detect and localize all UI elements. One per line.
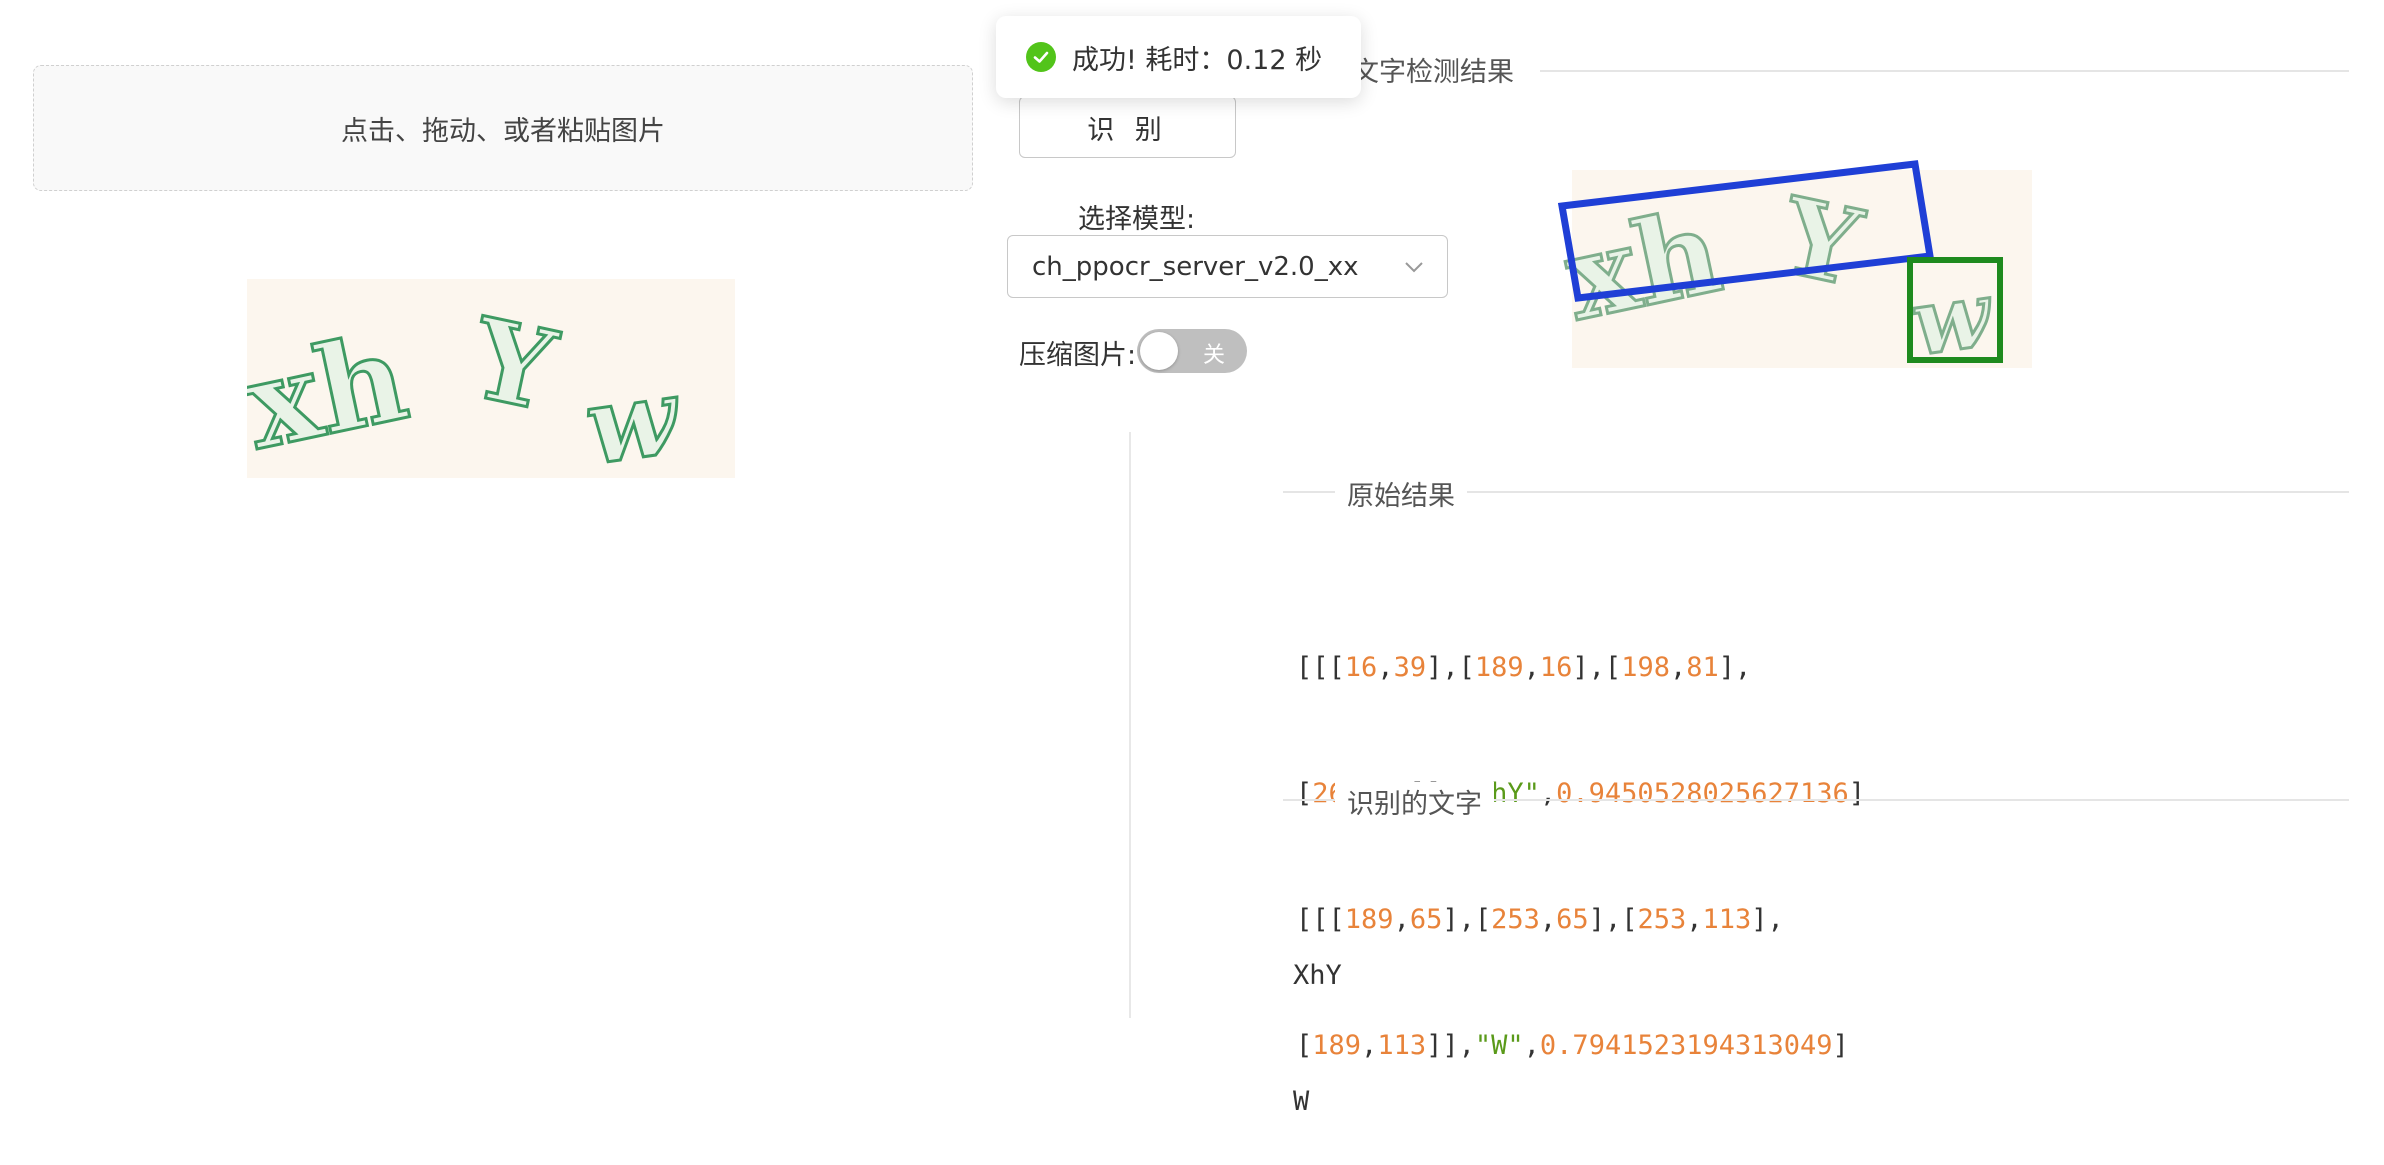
image-upload-dropzone[interactable]: 点击、拖动、或者粘贴图片 <box>33 65 973 191</box>
compress-label: 压缩图片: <box>1019 340 1137 371</box>
punct-token: ]], <box>1426 1030 1475 1061</box>
punct-token: , <box>1539 778 1557 809</box>
punct-token: , <box>1669 652 1687 683</box>
recognized-line: W <box>1293 1086 1310 1117</box>
success-toast: 成功! 耗时：0.12 秒 <box>996 16 1361 98</box>
raw-result-line: [189,113]],"W",0.7941523194313049] <box>1296 1025 1865 1067</box>
number-token: 0.9450528025627136 <box>1556 778 1849 809</box>
punct-token: ],[ <box>1442 904 1492 935</box>
punct-token: ],[ <box>1572 652 1622 683</box>
punct-token: , <box>1523 1030 1540 1061</box>
success-check-icon <box>1026 42 1056 72</box>
punct-token: [ <box>1296 778 1313 809</box>
punct-token: [[[ <box>1296 652 1345 683</box>
number-token: 198 <box>1621 652 1670 683</box>
punct-token: , <box>1523 652 1540 683</box>
detection-result-image: xh Y w <box>1553 160 2032 368</box>
number-token: 81 <box>1686 652 1719 683</box>
raw-result-line: [[[189,65],[253,65],[253,113], <box>1296 899 1865 941</box>
punct-token: ], <box>1718 652 1752 683</box>
toggle-knob <box>1140 332 1178 370</box>
recognized-text-block: XhY W <box>1293 871 1342 1165</box>
number-token: 65 <box>1556 904 1589 935</box>
toast-message: 成功! 耗时：0.12 秒 <box>1072 44 1323 76</box>
chevron-down-icon <box>1405 262 1423 273</box>
compress-toggle[interactable]: 关 <box>1137 329 1247 373</box>
recognize-button[interactable]: 识 别 <box>1019 96 1236 158</box>
number-token: 16 <box>1344 652 1378 683</box>
punct-token: ] <box>1832 1030 1849 1061</box>
punct-token: ],[ <box>1426 652 1475 683</box>
recognized-line: XhY <box>1293 960 1342 991</box>
column-divider <box>1129 432 1131 1018</box>
number-token: 113 <box>1377 1030 1427 1061</box>
number-token: 189 <box>1474 652 1524 683</box>
number-token: 39 <box>1393 652 1427 683</box>
number-token: 253 <box>1637 904 1687 935</box>
model-selected-value: ch_ppocr_server_v2.0_xx <box>1032 251 1359 282</box>
raw-result-line: [[[16,39],[189,16],[198,81], <box>1296 647 1865 689</box>
punct-token: , <box>1361 1030 1378 1061</box>
number-token: 189 <box>1344 904 1394 935</box>
text-section-title: 识别的文字 <box>1335 782 1494 821</box>
number-token: 0.7941523194313049 <box>1539 1030 1833 1061</box>
toggle-state-label: 关 <box>1202 343 1225 368</box>
detection-divider <box>1540 70 2349 72</box>
captcha-preview-image: xh Y w <box>247 279 735 478</box>
number-token: 16 <box>1539 652 1573 683</box>
raw-section-title: 原始结果 <box>1335 474 1467 513</box>
punct-token: ] <box>1848 778 1866 809</box>
detection-section-title: 文字检测结果 <box>1340 50 1526 89</box>
model-select[interactable]: ch_ppocr_server_v2.0_xx <box>1007 235 1448 298</box>
number-token: 113 <box>1702 904 1752 935</box>
string-token: "W" <box>1474 1030 1524 1061</box>
number-token: 65 <box>1409 904 1443 935</box>
punct-token: , <box>1393 904 1410 935</box>
upload-hint: 点击、拖动、或者粘贴图片 <box>341 115 665 147</box>
punct-token: , <box>1686 904 1703 935</box>
model-label: 选择模型: <box>1078 204 1196 235</box>
punct-token: ],[ <box>1588 904 1638 935</box>
punct-token: , <box>1539 904 1557 935</box>
punct-token: , <box>1377 652 1394 683</box>
raw-result-block: [[[16,39],[189,16],[198,81], [26,105]],"… <box>1296 563 1865 1109</box>
punct-token: ], <box>1751 904 1784 935</box>
number-token: 253 <box>1491 904 1540 935</box>
